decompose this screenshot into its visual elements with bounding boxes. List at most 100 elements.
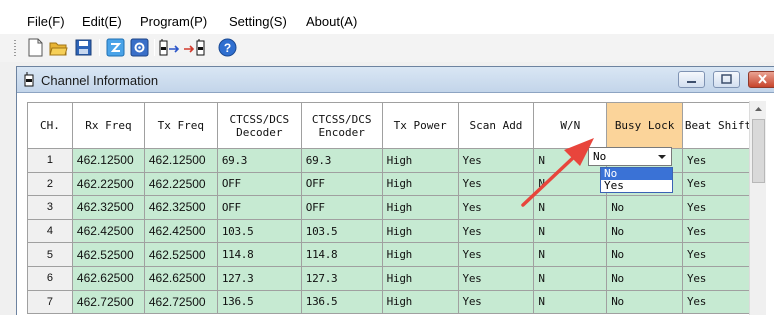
- channel-number[interactable]: 6: [27, 265, 73, 291]
- wn-cell[interactable]: N: [533, 195, 608, 220]
- encoder-cell[interactable]: 103.5: [300, 218, 383, 244]
- channel-number[interactable]: 5: [27, 242, 73, 267]
- decoder-cell[interactable]: 69.3: [216, 148, 302, 173]
- encoder-cell[interactable]: OFF: [300, 195, 383, 220]
- tx-freq-cell[interactable]: 462.52500: [143, 242, 218, 267]
- new-file-icon[interactable]: [26, 38, 45, 57]
- channel-number[interactable]: 3: [27, 195, 73, 220]
- scrollbar-thumb[interactable]: [752, 119, 765, 183]
- table-row[interactable]: 3 462.32500 462.32500 OFF OFF High Yes N No Yes: [27, 195, 754, 220]
- channel-number[interactable]: 1: [27, 148, 73, 173]
- decoder-cell[interactable]: 114.8: [216, 242, 302, 267]
- open-folder-icon[interactable]: [49, 38, 68, 57]
- tx-power-cell[interactable]: High: [381, 148, 459, 173]
- beat-shift-cell[interactable]: Yes: [682, 148, 754, 173]
- wn-cell[interactable]: N: [533, 289, 608, 315]
- decoder-cell[interactable]: 103.5: [216, 218, 302, 244]
- tx-freq-cell[interactable]: 462.32500: [143, 195, 218, 220]
- beat-shift-cell[interactable]: Yes: [682, 195, 754, 220]
- menu-about[interactable]: About(A): [306, 14, 357, 29]
- decoder-cell[interactable]: OFF: [216, 171, 302, 197]
- settings-icon[interactable]: [130, 38, 149, 57]
- tx-freq-cell[interactable]: 462.12500: [143, 148, 218, 173]
- rx-freq-cell[interactable]: 462.12500: [71, 148, 145, 173]
- vertical-scrollbar[interactable]: [749, 101, 766, 315]
- channel-number[interactable]: 4: [27, 218, 73, 244]
- wn-cell[interactable]: N: [533, 218, 608, 244]
- beat-shift-cell[interactable]: Yes: [682, 265, 754, 291]
- column-header-wn[interactable]: W/N: [533, 102, 608, 149]
- busy-lock-cell[interactable]: No: [606, 218, 684, 244]
- dropdown-option-yes[interactable]: Yes: [601, 180, 672, 192]
- wn-cell[interactable]: N: [533, 242, 608, 267]
- busy-lock-cell[interactable]: No: [606, 195, 684, 220]
- write-radio-icon[interactable]: [106, 38, 125, 57]
- decoder-cell[interactable]: 136.5: [216, 289, 302, 315]
- tx-freq-cell[interactable]: 462.22500: [143, 171, 218, 197]
- table-row[interactable]: 4 462.42500 462.42500 103.5 103.5 High Yes N No Y…: [27, 218, 754, 244]
- read-from-radio-icon[interactable]: [158, 38, 182, 57]
- rx-freq-cell[interactable]: 462.22500: [71, 171, 145, 197]
- scan-add-cell[interactable]: Yes: [457, 265, 535, 291]
- column-header-encoder[interactable]: CTCSS/DCS Encoder: [300, 102, 383, 149]
- write-to-radio-icon[interactable]: [183, 38, 209, 57]
- scan-add-cell[interactable]: Yes: [457, 218, 535, 244]
- column-header-tx-freq[interactable]: Tx Freq: [143, 102, 218, 149]
- tx-freq-cell[interactable]: 462.72500: [143, 289, 218, 315]
- rx-freq-cell[interactable]: 462.62500: [71, 265, 145, 291]
- column-header-beat-shift[interactable]: Beat Shift: [682, 102, 754, 149]
- tx-freq-cell[interactable]: 462.62500: [143, 265, 218, 291]
- scroll-up-button[interactable]: [751, 101, 766, 117]
- rx-freq-cell[interactable]: 462.72500: [71, 289, 145, 315]
- scan-add-cell[interactable]: Yes: [457, 148, 535, 173]
- close-button[interactable]: [748, 71, 774, 88]
- menu-setting[interactable]: Setting(S): [229, 14, 287, 29]
- busy-lock-combo[interactable]: No: [588, 147, 672, 166]
- scan-add-cell[interactable]: Yes: [457, 289, 535, 315]
- busy-lock-cell[interactable]: No: [606, 289, 684, 315]
- channel-number[interactable]: 7: [27, 289, 73, 315]
- menu-file[interactable]: File(F): [27, 14, 65, 29]
- encoder-cell[interactable]: 69.3: [300, 148, 383, 173]
- scan-add-cell[interactable]: Yes: [457, 195, 535, 220]
- busy-lock-cell[interactable]: No: [606, 242, 684, 267]
- encoder-cell[interactable]: 127.3: [300, 265, 383, 291]
- rx-freq-cell[interactable]: 462.42500: [71, 218, 145, 244]
- column-header-scan-add[interactable]: Scan Add: [457, 102, 535, 149]
- column-header-decoder[interactable]: CTCSS/DCS Decoder: [216, 102, 302, 149]
- beat-shift-cell[interactable]: Yes: [682, 289, 754, 315]
- column-header-busy-lock[interactable]: Busy Lock: [606, 102, 684, 149]
- table-row[interactable]: 6 462.62500 462.62500 127.3 127.3 High Yes N No Y…: [27, 265, 754, 291]
- rx-freq-cell[interactable]: 462.32500: [71, 195, 145, 220]
- table-row[interactable]: 5 462.52500 462.52500 114.8 114.8 High Yes N No Y…: [27, 242, 754, 267]
- help-icon[interactable]: ?: [218, 38, 237, 57]
- tx-power-cell[interactable]: High: [381, 265, 459, 291]
- encoder-cell[interactable]: 136.5: [300, 289, 383, 315]
- beat-shift-cell[interactable]: Yes: [682, 242, 754, 267]
- rx-freq-cell[interactable]: 462.52500: [71, 242, 145, 267]
- busy-lock-cell[interactable]: No: [606, 265, 684, 291]
- encoder-cell[interactable]: OFF: [300, 171, 383, 197]
- maximize-button[interactable]: [713, 71, 740, 88]
- tx-power-cell[interactable]: High: [381, 171, 459, 197]
- tx-power-cell[interactable]: High: [381, 289, 459, 315]
- scan-add-cell[interactable]: Yes: [457, 171, 535, 197]
- tx-freq-cell[interactable]: 462.42500: [143, 218, 218, 244]
- channel-grid[interactable]: CH. Rx Freq Tx Freq CTCSS/DCS Decoder CT…: [27, 102, 754, 315]
- menu-program[interactable]: Program(P): [140, 14, 207, 29]
- wn-cell[interactable]: N: [533, 171, 608, 197]
- minimize-button[interactable]: [678, 71, 705, 88]
- encoder-cell[interactable]: 114.8: [300, 242, 383, 267]
- scan-add-cell[interactable]: Yes: [457, 242, 535, 267]
- column-header-ch[interactable]: CH.: [27, 102, 73, 149]
- beat-shift-cell[interactable]: Yes: [682, 218, 754, 244]
- decoder-cell[interactable]: 127.3: [216, 265, 302, 291]
- tx-power-cell[interactable]: High: [381, 195, 459, 220]
- menu-edit[interactable]: Edit(E): [82, 14, 122, 29]
- table-row[interactable]: 7 462.72500 462.72500 136.5 136.5 High Yes N No Y…: [27, 289, 754, 315]
- tx-power-cell[interactable]: High: [381, 242, 459, 267]
- save-icon[interactable]: [74, 38, 93, 57]
- column-header-tx-power[interactable]: Tx Power: [381, 102, 459, 149]
- tx-power-cell[interactable]: High: [381, 218, 459, 244]
- wn-cell[interactable]: N: [533, 265, 608, 291]
